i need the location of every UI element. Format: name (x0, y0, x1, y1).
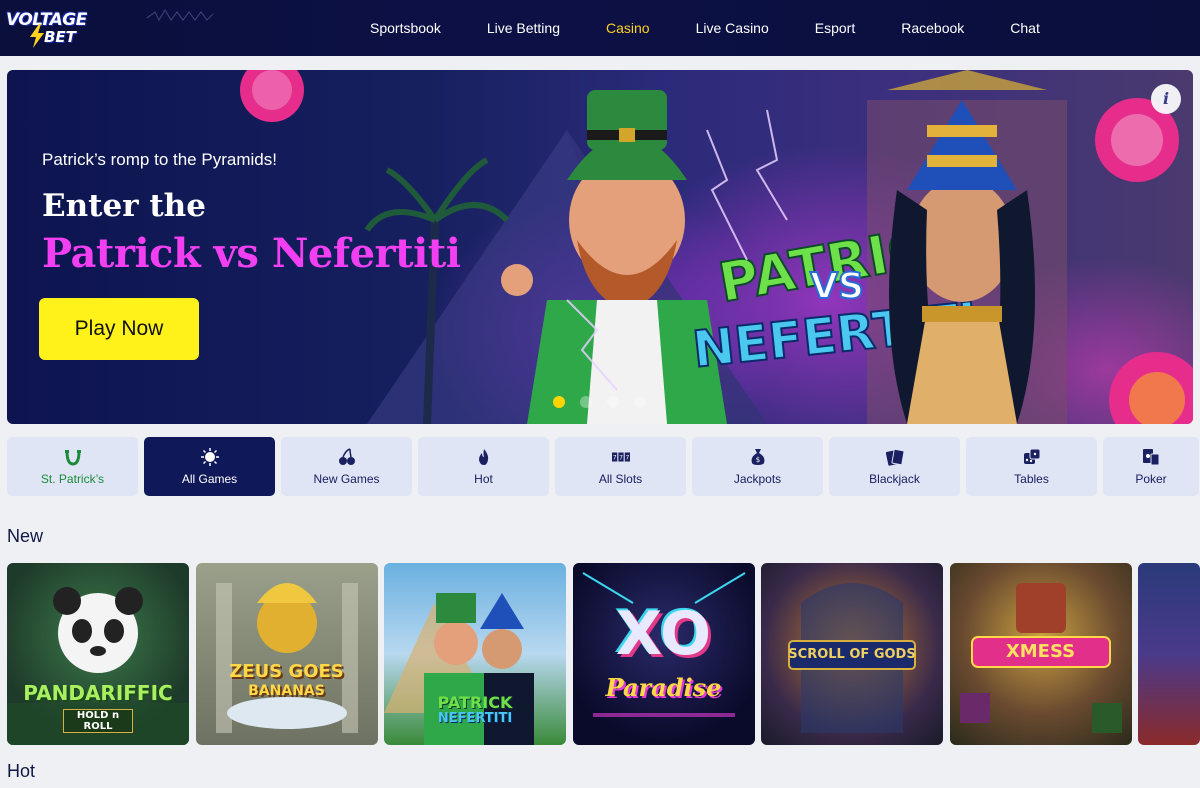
svg-text:7: 7 (625, 454, 629, 461)
nav-live-casino[interactable]: Live Casino (696, 20, 769, 36)
tab-label: New Games (313, 471, 380, 486)
tab-blackjack[interactable]: Blackjack (829, 437, 960, 496)
tab-label: All Games (181, 471, 238, 486)
game-title: XO (615, 599, 712, 669)
tab-label: Tables (1014, 471, 1049, 486)
tab-label: All Slots (598, 471, 643, 486)
game-tile-xmess[interactable]: XMESS (949, 563, 1132, 745)
logo-text-bet: BET (44, 28, 76, 46)
tab-st-patricks[interactable]: St. Patrick’s (7, 437, 138, 496)
hero-title-line2: Patrick vs Nefertiti (42, 230, 461, 277)
nav-casino[interactable]: Casino (606, 20, 650, 36)
game-subtitle: HOLD n ROLL (63, 709, 133, 733)
poker-cards-icon (1142, 448, 1160, 466)
game-tile-partial[interactable] (1138, 563, 1200, 745)
section-title-hot: Hot (7, 761, 36, 781)
tab-hot[interactable]: Hot (418, 437, 549, 496)
carousel-dot-2[interactable] (580, 396, 592, 408)
game-title: SCROLL OF GODS (788, 647, 916, 662)
dice-icon (1023, 448, 1041, 466)
game-subtitle: NEFERTITI (437, 711, 513, 726)
svg-text:$: $ (755, 456, 759, 464)
game-title: XMESS (1005, 641, 1076, 662)
money-bag-icon: $ (749, 448, 767, 466)
hero-title-line1: Enter the (42, 188, 206, 224)
tab-all-slots[interactable]: 777 All Slots (555, 437, 686, 496)
nav-live-betting[interactable]: Live Betting (487, 20, 560, 36)
partial-game-art (1138, 563, 1200, 745)
tab-label: Hot (474, 471, 493, 486)
hero-subtitle: Patrick’s romp to the Pyramids! (42, 150, 277, 169)
game-subtitle: BANANAS (248, 683, 325, 699)
carousel-dot-3[interactable] (607, 396, 619, 408)
category-tabs: St. Patrick’s All Games New Games Hot 77… (7, 437, 1199, 496)
sun-icon (200, 447, 219, 466)
game-tile-xo-paradise[interactable]: XO Paradise (572, 563, 755, 745)
tab-label: St. Patrick’s (40, 471, 105, 486)
game-tile-patrick-vs-nefertiti[interactable]: PATRICK NEFERTITI (384, 563, 566, 745)
game-subtitle: Paradise (605, 673, 722, 702)
game-tile-pandariffic[interactable]: PANDARIFFIC HOLD n ROLL (7, 563, 189, 745)
tab-tables[interactable]: Tables (966, 437, 1097, 496)
horseshoe-icon (64, 448, 82, 466)
logo-text-voltage: VOLTAGE (6, 10, 87, 30)
game-title: ZEUS GOES (229, 661, 344, 682)
svg-text:7: 7 (619, 454, 623, 461)
info-icon[interactable]: i (1151, 84, 1181, 114)
zeus-art (215, 583, 358, 733)
nav-sportsbook[interactable]: Sportsbook (370, 20, 441, 36)
main-nav: Sportsbook Live Betting Casino Live Casi… (370, 0, 1086, 56)
carousel-dot-4[interactable] (634, 396, 646, 408)
game-tile-scroll-of-gods[interactable]: SCROLL OF GODS (761, 563, 943, 745)
section-title-new: New (7, 526, 44, 546)
tab-new-games[interactable]: New Games (281, 437, 412, 496)
new-games-row: PANDARIFFIC HOLD n ROLL ZEUS GOES BANANA… (7, 563, 1200, 745)
hero-banner[interactable]: PATRICK VS NEFERTITI Patrick’s romp to t… (7, 70, 1193, 424)
tab-poker[interactable]: Poker (1103, 437, 1199, 496)
cards-icon (885, 448, 904, 466)
game-title: PANDARIFFIC (23, 681, 173, 705)
tab-label: Poker (1135, 471, 1167, 486)
nav-esport[interactable]: Esport (815, 20, 855, 36)
decorative-scribble-icon (146, 8, 214, 22)
carousel-dots (553, 396, 661, 408)
flame-icon (475, 448, 493, 466)
tab-label: Blackjack (869, 471, 920, 486)
game-title: PATRICK (437, 693, 513, 712)
slot-reels-icon: 777 (611, 448, 630, 466)
art-text-vs: VS (810, 266, 864, 307)
tab-all-games[interactable]: All Games (144, 437, 275, 496)
svg-text:7: 7 (612, 454, 616, 461)
voltagebet-logo[interactable]: VOLTAGE BET (6, 8, 92, 48)
carousel-dot-1[interactable] (553, 396, 565, 408)
top-navbar: VOLTAGE BET Sportsbook Live Betting Casi… (0, 0, 1200, 56)
tab-label: Jackpots (733, 471, 782, 486)
tab-jackpots[interactable]: $ Jackpots (692, 437, 823, 496)
game-tile-zeus-goes-bananas[interactable]: ZEUS GOES BANANAS (195, 563, 378, 745)
nav-chat[interactable]: Chat (1010, 20, 1040, 36)
play-now-button[interactable]: Play Now (39, 298, 199, 360)
cherries-icon (338, 447, 356, 466)
nav-racebook[interactable]: Racebook (901, 20, 964, 36)
